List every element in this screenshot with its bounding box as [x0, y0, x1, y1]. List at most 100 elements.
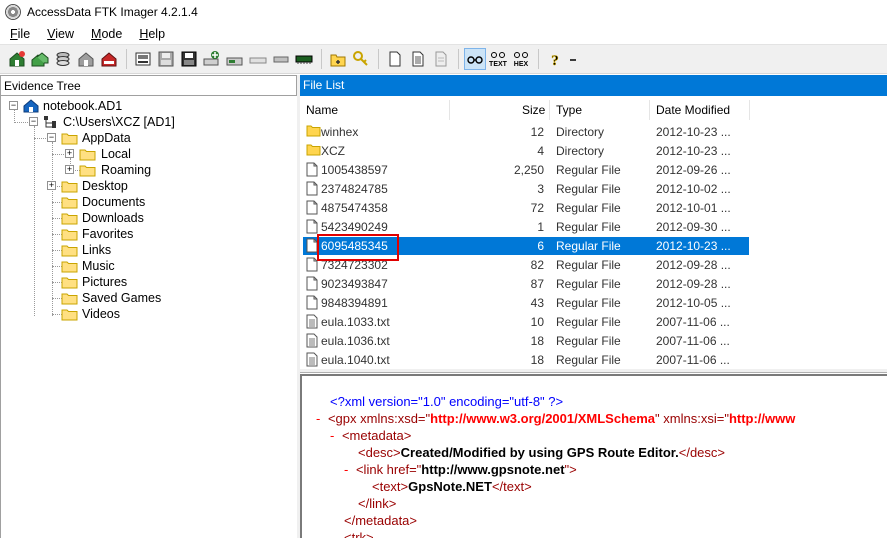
xml-declaration: <?xml version="1.0" encoding="utf-8" ?>: [330, 394, 564, 409]
export-disk-image-button[interactable]: [155, 48, 177, 70]
tree-expander[interactable]: +: [65, 149, 74, 158]
file-size: 18: [530, 334, 544, 348]
file-name: eula.1036.txt: [321, 334, 390, 348]
image-mounting-button[interactable]: [52, 48, 74, 70]
help-button[interactable]: ?: [544, 48, 566, 70]
file-row[interactable]: eula.1036.txt 18 Regular File 2007-11-06 ..…: [300, 331, 887, 350]
tree-expander[interactable]: +: [47, 181, 56, 190]
tree-item-videos[interactable]: Videos: [82, 307, 120, 321]
file-row[interactable]: eula.1040.txt 18 Regular File 2007-11-06 ..…: [300, 350, 887, 369]
disk-stack-icon: [56, 52, 70, 66]
xml-gpx-line: - <gpx xmlns:xsd="http://www.w3.org/2001…: [316, 411, 796, 426]
folder-icon: [61, 181, 78, 193]
obtain-protected-files-button[interactable]: [293, 48, 315, 70]
tree-item-pictures[interactable]: Pictures: [82, 275, 127, 289]
file-type: Regular File: [556, 334, 621, 348]
file-row[interactable]: XCZ 4 Directory 2012-10-23 ...: [300, 141, 887, 160]
text-file-icon: [306, 314, 318, 332]
tree-item-local[interactable]: Local: [101, 147, 131, 161]
create-custom-image-button[interactable]: [224, 48, 246, 70]
highlight-annotation: [317, 234, 399, 261]
file-date: 2012-09-28 ...: [656, 258, 731, 272]
tree-expander[interactable]: −: [9, 101, 18, 110]
text-view-button[interactable]: TEXT: [487, 48, 509, 70]
disk-image-icon: [135, 52, 151, 66]
tree-expander[interactable]: −: [47, 133, 56, 142]
remove-evidence-button[interactable]: [75, 48, 97, 70]
tree-item-roaming[interactable]: Roaming: [101, 163, 151, 177]
hex-view-icon: HEX: [514, 52, 529, 68]
text-file-icon: [306, 352, 318, 370]
tree-item-user-root[interactable]: C:\Users\XCZ [AD1]: [63, 115, 175, 129]
hex-view-button[interactable]: HEX: [510, 48, 532, 70]
menu-mode[interactable]: Mode: [81, 27, 129, 41]
column-divider[interactable]: [749, 100, 750, 120]
file-date: 2007-11-06 ...: [656, 315, 730, 329]
drive-button[interactable]: [247, 48, 269, 70]
create-disk-image-button[interactable]: [132, 48, 154, 70]
add-all-evidence-button[interactable]: [29, 48, 51, 70]
collapse-toggle[interactable]: -: [344, 462, 348, 477]
column-size[interactable]: Size: [522, 103, 545, 117]
add-evidence-button[interactable]: [6, 48, 28, 70]
evidence-tree[interactable]: − − − + + + notebook.AD1 C:\Users\XCZ [A…: [0, 96, 297, 538]
file-row[interactable]: 4875474358 72 Regular File 2012-10-01 ...: [300, 198, 887, 217]
file-row[interactable]: winhex 12 Directory 2012-10-23 ...: [300, 122, 887, 141]
file-row[interactable]: 1005438597 2,250 Regular File 2012-09-26 ..…: [300, 160, 887, 179]
viewer-splitter[interactable]: [300, 369, 887, 373]
column-divider[interactable]: [549, 100, 550, 120]
decrypt-button[interactable]: [350, 48, 372, 70]
drive-export-icon: [226, 57, 243, 66]
menu-view[interactable]: View: [37, 27, 81, 41]
chevron-down-icon: [570, 59, 576, 61]
file-name: 4875474358: [321, 201, 388, 215]
tree-item-links[interactable]: Links: [82, 243, 111, 257]
file-row[interactable]: 2374824785 3 Regular File 2012-10-02 ...: [300, 179, 887, 198]
column-divider[interactable]: [449, 100, 450, 120]
file-row[interactable]: 9848394891 43 Regular File 2012-10-05 ...: [300, 293, 887, 312]
collapse-toggle[interactable]: -: [330, 428, 334, 443]
menu-file[interactable]: File: [0, 27, 37, 41]
properties-button[interactable]: [407, 48, 429, 70]
file-date: 2012-10-01 ...: [656, 201, 731, 215]
detect-efs-button[interactable]: [327, 48, 349, 70]
tree-item-notebook[interactable]: notebook.AD1: [43, 99, 122, 113]
file-row[interactable]: 9023493847 87 Regular File 2012-09-28 ...: [300, 274, 887, 293]
folder-icon: [61, 293, 78, 305]
column-type[interactable]: Type: [556, 103, 582, 117]
file-type: Directory: [556, 125, 605, 139]
tree-item-appdata[interactable]: AppData: [82, 131, 131, 145]
column-name[interactable]: Name: [306, 103, 338, 117]
tree-item-music[interactable]: Music: [82, 259, 115, 273]
new-document-button[interactable]: [384, 48, 406, 70]
auto-view-button[interactable]: [464, 48, 486, 70]
column-date[interactable]: Date Modified: [656, 103, 730, 117]
remove-all-evidence-button[interactable]: [98, 48, 120, 70]
file-icon: [306, 295, 318, 313]
export-logical-image-button[interactable]: [178, 48, 200, 70]
file-date: 2007-11-06 ...: [656, 334, 730, 348]
document-lines-icon: [412, 51, 424, 67]
file-size: 82: [530, 258, 544, 272]
tree-item-desktop[interactable]: Desktop: [82, 179, 128, 193]
collapse-toggle[interactable]: -: [316, 411, 320, 426]
tree-item-downloads[interactable]: Downloads: [82, 211, 144, 225]
content-viewer[interactable]: <?xml version="1.0" encoding="utf-8" ?> …: [300, 374, 887, 538]
drive-add-icon: [203, 51, 219, 66]
file-row[interactable]: eula.1033.txt 10 Regular File 2007-11-06 ..…: [300, 312, 887, 331]
menu-help[interactable]: Help: [129, 27, 172, 41]
add-to-custom-image-button[interactable]: [201, 48, 223, 70]
app-disk-icon: [5, 4, 21, 20]
memory-capture-button[interactable]: [270, 48, 292, 70]
tree-item-saved-games[interactable]: Saved Games: [82, 291, 161, 305]
toolbar-overflow-button[interactable]: [567, 48, 579, 70]
tree-item-documents[interactable]: Documents: [82, 195, 145, 209]
tree-item-favorites[interactable]: Favorites: [82, 227, 133, 241]
svg-text:?: ?: [551, 53, 559, 68]
xml-metadata-close: </metadata>: [344, 513, 417, 528]
hex-value-interpreter-button[interactable]: [430, 48, 452, 70]
tree-expander[interactable]: −: [29, 117, 38, 126]
column-divider[interactable]: [649, 100, 650, 120]
tree-expander[interactable]: +: [65, 165, 74, 174]
document-grey-icon: [435, 51, 447, 67]
